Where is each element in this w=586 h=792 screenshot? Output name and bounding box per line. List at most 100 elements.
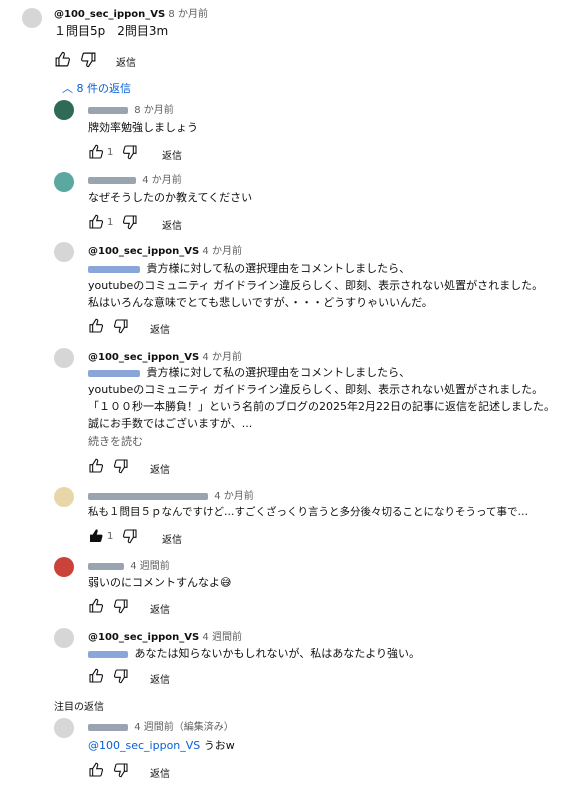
comment-author[interactable]: @100_sec_ippon_VS — [88, 632, 199, 643]
comment-text-line: 誠にお手数ではございますが、... — [88, 417, 253, 430]
comment-actions: 1 返信 — [88, 144, 208, 162]
comment-text: なぜそうしたのか教えてください — [88, 191, 253, 204]
comment-meta: 4 週間前（編集済み） — [88, 718, 234, 733]
comment-time[interactable]: 4 週間前 — [202, 632, 242, 643]
comment-author[interactable]: @100_sec_ippon_VS — [88, 246, 199, 257]
avatar[interactable] — [54, 628, 74, 648]
chevron-up-icon: ︿ — [62, 82, 73, 95]
comment-time[interactable]: 4 か月前 — [142, 175, 182, 186]
reply-button[interactable]: 返信 — [150, 601, 170, 616]
comment-text: １問目5p 2問目3m — [54, 24, 169, 38]
reply-button[interactable]: 返信 — [162, 531, 182, 546]
blurred-author[interactable] — [88, 723, 128, 731]
comment-meta: @100_sec_ippon_VS 4 か月前 — [88, 348, 242, 363]
avatar[interactable] — [22, 8, 42, 28]
thumbs-up-icon[interactable] — [88, 668, 104, 684]
avatar[interactable] — [54, 348, 74, 368]
comment-text: 弱いのにコメントすんなよ😅 — [88, 576, 232, 589]
comment-author[interactable]: @100_sec_ippon_VS — [54, 9, 165, 20]
comment-time[interactable]: 4 週間前 — [130, 561, 170, 572]
avatar[interactable] — [54, 172, 74, 192]
comment-text-line: youtubeのコミュニティ ガイドライン違反らしく、即刻、表示されない処置がさ… — [88, 279, 544, 292]
avatar[interactable] — [54, 487, 74, 507]
comment-time[interactable]: 8 か月前 — [134, 105, 174, 116]
comment-meta: 4 週間前 — [88, 557, 170, 572]
reply-button[interactable]: 返信 — [150, 461, 170, 476]
comment-actions: 1 返信 — [88, 528, 208, 546]
comment-meta: @100_sec_ippon_VS 4 か月前 — [88, 242, 242, 257]
comment-actions: 返信 — [54, 51, 174, 69]
reply-button[interactable]: 返信 — [116, 54, 136, 69]
comment-actions: 返信 — [88, 318, 208, 336]
thumbs-up-icon[interactable] — [88, 214, 104, 230]
thumbs-up-icon[interactable] — [88, 762, 104, 778]
thumbs-up-icon[interactable] — [54, 51, 71, 68]
avatar[interactable] — [54, 100, 74, 120]
comment-time[interactable]: 8 か月前 — [168, 9, 208, 20]
comment-text-line: 貴方様に対して私の選択理由をコメントしましたら、 — [88, 365, 410, 380]
comment-actions: 返信 — [88, 668, 208, 686]
comment-author[interactable]: @100_sec_ippon_VS — [88, 352, 199, 363]
comment-meta: @100_sec_ippon_VS 8 か月前 — [54, 5, 208, 20]
read-more-link[interactable]: 続きを読む — [88, 434, 143, 449]
blurred-author[interactable] — [88, 562, 124, 570]
comment-text: 私も１問目５ｐなんですけど…すごくざっくり言うと多分後々切ることになりそうって事… — [88, 506, 528, 518]
reply-button[interactable]: 返信 — [150, 671, 170, 686]
comment-time[interactable]: 4 週間前（編集済み） — [134, 722, 234, 733]
reply-button[interactable]: 返信 — [150, 321, 170, 336]
text-line: 貴方様に対して私の選択理由をコメントしましたら、 — [146, 262, 411, 275]
comment-text-line: あなたは知らないかもしれないが、私はあなたより強い。 — [88, 646, 420, 661]
comment-actions: 返信 — [88, 762, 208, 780]
comment-text-line: youtubeのコミュニティ ガイドライン違反らしく、即刻、表示されない処置がさ… — [88, 383, 544, 396]
thumbs-down-icon[interactable] — [113, 458, 129, 474]
thumbs-down-icon[interactable] — [113, 598, 129, 614]
comment-text-line: 貴方様に対して私の選択理由をコメントしましたら、 — [88, 261, 410, 276]
comment-text: @100_sec_ippon_VS うおw — [88, 738, 235, 753]
featured-replies-label: 注目の返信 — [54, 702, 104, 713]
thumbs-up-icon[interactable] — [88, 598, 104, 614]
comment-meta: 8 か月前 — [88, 101, 174, 116]
like-count: 1 — [107, 217, 114, 228]
comment-time[interactable]: 4 か月前 — [214, 491, 254, 502]
blurred-mention[interactable] — [88, 369, 140, 377]
text-line: 貴方様に対して私の選択理由をコメントしましたら、 — [146, 366, 411, 379]
like-count: 1 — [107, 531, 114, 542]
avatar[interactable] — [54, 718, 74, 738]
like-count: 1 — [107, 147, 114, 158]
replies-count: 8 件の返信 — [76, 82, 132, 95]
comment-time[interactable]: 4 か月前 — [202, 352, 242, 363]
thumbs-up-filled-icon[interactable] — [88, 528, 104, 544]
thumbs-up-icon[interactable] — [88, 318, 104, 334]
text-line: うおw — [200, 739, 235, 752]
comment-actions: 1 返信 — [88, 214, 208, 232]
blurred-author[interactable] — [88, 492, 208, 500]
thumbs-down-icon[interactable] — [80, 51, 97, 68]
blurred-mention[interactable] — [88, 265, 140, 273]
thumbs-down-icon[interactable] — [113, 318, 129, 334]
avatar[interactable] — [54, 557, 74, 577]
reply-button[interactable]: 返信 — [162, 217, 182, 232]
thumbs-down-icon[interactable] — [113, 668, 129, 684]
comment-actions: 返信 — [88, 598, 208, 616]
avatar[interactable] — [54, 242, 74, 262]
blurred-author[interactable] — [88, 176, 136, 184]
text-line: あなたは知らないかもしれないが、私はあなたより強い。 — [134, 647, 421, 660]
reply-button[interactable]: 返信 — [150, 765, 170, 780]
thumbs-down-icon[interactable] — [113, 762, 129, 778]
comment-actions: 返信 — [88, 458, 208, 476]
comment-meta: 4 か月前 — [88, 171, 182, 186]
reply-button[interactable]: 返信 — [162, 147, 182, 162]
thumbs-down-icon[interactable] — [122, 528, 138, 544]
mention-link[interactable]: @100_sec_ippon_VS — [88, 739, 200, 752]
comment-text-line: 私はいろんな意味でとても悲しいですが、・・・どうすりゃいいんだ。 — [88, 296, 433, 309]
blurred-mention[interactable] — [88, 650, 128, 658]
thumbs-up-icon[interactable] — [88, 144, 104, 160]
replies-toggle[interactable]: ︿ 8 件の返信 — [62, 80, 131, 96]
comment-meta: @100_sec_ippon_VS 4 週間前 — [88, 628, 242, 643]
comment-time[interactable]: 4 か月前 — [202, 246, 242, 257]
thumbs-down-icon[interactable] — [122, 144, 138, 160]
thumbs-down-icon[interactable] — [122, 214, 138, 230]
comment-meta: 4 か月前 — [88, 487, 254, 502]
blurred-author[interactable] — [88, 106, 128, 114]
thumbs-up-icon[interactable] — [88, 458, 104, 474]
